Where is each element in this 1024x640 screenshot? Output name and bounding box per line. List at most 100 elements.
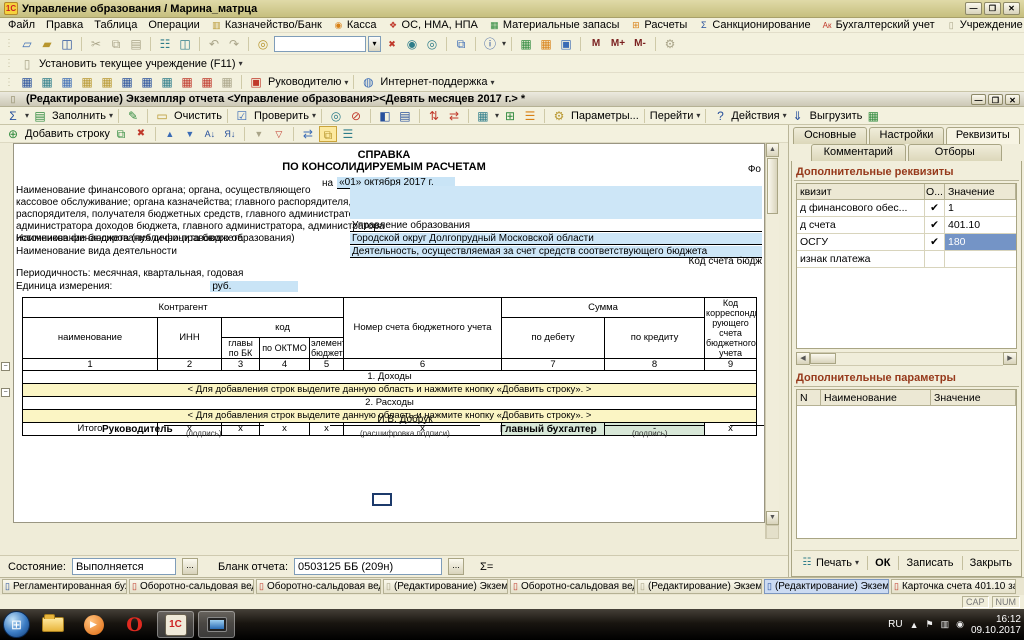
tab-settings[interactable]: Настройки xyxy=(869,127,943,144)
scroll-thumb[interactable] xyxy=(810,353,836,364)
report-shortcut-icon[interactable]: ▦ xyxy=(118,74,136,90)
xls-icon[interactable]: ▦ xyxy=(864,108,882,124)
paste-icon[interactable]: ▤ xyxy=(127,36,145,52)
window-task-button[interactable]: ▯Оборотно-сальдовая ведом... xyxy=(256,579,381,594)
scroll-up-icon[interactable]: ▲ xyxy=(766,143,779,157)
explorer-taskbar-icon[interactable] xyxy=(34,611,71,638)
menu-accounting[interactable]: АкБухгалтерский учет xyxy=(822,19,935,31)
add-row-button[interactable]: ⊕Добавить строку xyxy=(4,126,110,142)
tab-selections[interactable]: Отборы xyxy=(908,144,1003,161)
print-button[interactable]: ☷ Печать▾ xyxy=(796,554,864,572)
requisite-row[interactable]: д счета ✔ 401.10 xyxy=(797,217,1016,234)
edit-pencil-icon[interactable]: ✎ xyxy=(124,108,142,124)
print-icon[interactable]: ☷ xyxy=(156,36,174,52)
tray-expand-icon[interactable]: ▲ xyxy=(910,620,919,630)
menu-edit[interactable]: Правка xyxy=(46,19,83,31)
filter-clear-icon[interactable]: ▽ xyxy=(270,126,288,142)
memory-m-button[interactable]: M xyxy=(586,38,606,49)
help-icon[interactable]: ? xyxy=(711,108,729,124)
fill-button[interactable]: ▤Заполнить▾ xyxy=(31,108,113,124)
vertical-scrollbar[interactable]: ▲ ▼ xyxy=(765,143,779,539)
cell-selection-cursor[interactable] xyxy=(372,493,392,506)
zoom-icon[interactable]: ◎ xyxy=(327,108,345,124)
menu-sanctioning[interactable]: ΣСанкционирование xyxy=(698,19,810,31)
window-task-button[interactable]: ▯Оборотно-сальдовая ведом... xyxy=(129,579,254,594)
window-task-button[interactable]: ▯(Редактирование) Экземпл... xyxy=(383,579,508,594)
fit-width-icon[interactable]: ⇄ xyxy=(299,126,317,142)
scroll-right-icon[interactable]: ▶ xyxy=(1003,352,1017,365)
copy-fragment-icon[interactable]: ⧉ xyxy=(452,36,470,52)
expand-cols-icon[interactable]: ⇄ xyxy=(445,108,463,124)
window-task-button[interactable]: ▯Оборотно-сальдовая ведом... xyxy=(510,579,635,594)
network-places-taskbar-icon[interactable] xyxy=(198,611,235,638)
report-shortcut-icon[interactable]: ▦ xyxy=(98,74,116,90)
new-icon[interactable]: ▱ xyxy=(18,36,36,52)
row-list-icon[interactable]: ☰ xyxy=(521,108,539,124)
language-indicator[interactable]: RU xyxy=(888,619,902,630)
budget-value[interactable]: Городской округ Долгопрудный Московской … xyxy=(350,233,762,245)
tray-network-icon[interactable]: ▥ xyxy=(941,619,950,630)
state-field[interactable]: Выполняется xyxy=(72,558,176,575)
menu-os-nma[interactable]: ❖ОС, НМА, НПА xyxy=(388,19,478,31)
close-button[interactable]: ✕ xyxy=(1003,2,1020,15)
actions-button[interactable]: Действия▾ xyxy=(731,110,786,122)
calendar-icon[interactable]: ▦ xyxy=(537,36,555,52)
report-shortcut-icon[interactable]: ▦ xyxy=(138,74,156,90)
org-value[interactable]: Управление образования xyxy=(350,220,762,232)
find-prev-icon[interactable]: ◎ xyxy=(423,36,441,52)
ok-button[interactable]: ОК xyxy=(870,556,895,570)
report-shortcut-icon[interactable]: ▦ xyxy=(78,74,96,90)
save-icon[interactable]: ◫ xyxy=(58,36,76,52)
window-task-button[interactable]: ▯Регламентированная бухга... xyxy=(2,579,127,594)
window-task-button[interactable]: ▯Карточка счета 401.10 за 2... xyxy=(891,579,1016,594)
split-panel-icon[interactable]: ◧ xyxy=(376,108,394,124)
delete-row-icon[interactable]: ✖ xyxy=(132,126,150,142)
add-section-icon[interactable]: ⊞ xyxy=(501,108,519,124)
tab-comment[interactable]: Комментарий xyxy=(811,144,906,161)
section-income-row[interactable]: 1. Доходы xyxy=(23,371,757,384)
window-task-button-active[interactable]: ▯(Редактирование) Экземпл... xyxy=(764,579,889,594)
menu-materials[interactable]: ▦Материальные запасы xyxy=(489,19,620,31)
doc-minimize-button[interactable]: — xyxy=(971,94,986,105)
table-menu-button[interactable]: ▦▾ xyxy=(474,108,499,124)
org-value-field[interactable] xyxy=(350,186,762,219)
media-player-taskbar-icon[interactable]: ▶ xyxy=(75,611,112,638)
report-shortcut-icon[interactable]: ▦ xyxy=(218,74,236,90)
search-dropdown-icon[interactable]: ▾ xyxy=(368,36,381,52)
requisite-row[interactable]: д финансового обес... ✔ 1 xyxy=(797,200,1016,217)
collapse-group-icon[interactable]: − xyxy=(1,362,10,371)
report-shortcut-icon[interactable]: ▦ xyxy=(18,74,36,90)
menu-calculations[interactable]: ⊞Расчеты xyxy=(630,19,687,31)
menu-table[interactable]: Таблица xyxy=(94,19,137,31)
sort-asc-icon[interactable]: А↓ xyxy=(201,126,219,142)
tray-flag-icon[interactable]: ⚑ xyxy=(925,619,933,630)
menu-cash[interactable]: ◉Касса xyxy=(333,19,377,31)
set-institution-button[interactable]: ▯ Установить текущее учреждение (F11) ▾ xyxy=(18,56,243,72)
find-next-icon[interactable]: ◉ xyxy=(403,36,421,52)
table-settings-icon[interactable]: ▦ xyxy=(517,36,535,52)
filter-icon[interactable]: ▼ xyxy=(250,126,268,142)
collapse-rows-icon[interactable]: ⇅ xyxy=(425,108,443,124)
restore-button[interactable]: ❐ xyxy=(984,2,1001,15)
close-window-button[interactable]: Закрыть xyxy=(965,556,1017,570)
unit-value-field[interactable]: руб. xyxy=(210,281,298,292)
tray-volume-icon[interactable]: ◉ xyxy=(956,619,964,630)
doc-restore-button[interactable]: ❐ xyxy=(988,94,1003,105)
state-picker-button[interactable]: ... xyxy=(182,558,198,575)
report-canvas[interactable]: СПРАВКА ПО КОНСОЛИДИРУЕМЫМ РАСЧЕТАМ Фо н… xyxy=(13,143,765,523)
row-props-icon[interactable]: ☰ xyxy=(339,126,357,142)
redo-icon[interactable]: ↷ xyxy=(225,36,243,52)
sum-button[interactable]: Σ▾ xyxy=(4,108,29,124)
add-row-hint-income[interactable]: < Для добавления строк выделите данную о… xyxy=(23,384,757,397)
collapse-group-icon[interactable]: − xyxy=(1,388,10,397)
memory-mminus-button[interactable]: M- xyxy=(630,38,650,49)
tab-main[interactable]: Основные xyxy=(793,127,867,144)
menu-operations[interactable]: Операции xyxy=(148,19,199,31)
undo-icon[interactable]: ↶ xyxy=(205,36,223,52)
zoom-cancel-icon[interactable]: ⊘ xyxy=(347,108,365,124)
goto-button[interactable]: Перейти▾ xyxy=(650,110,701,122)
move-down-icon[interactable]: ▼ xyxy=(181,126,199,142)
start-button[interactable]: ⊞ xyxy=(3,611,30,638)
menu-file[interactable]: Файл xyxy=(8,19,35,31)
users-icon[interactable]: ▣ xyxy=(557,36,575,52)
